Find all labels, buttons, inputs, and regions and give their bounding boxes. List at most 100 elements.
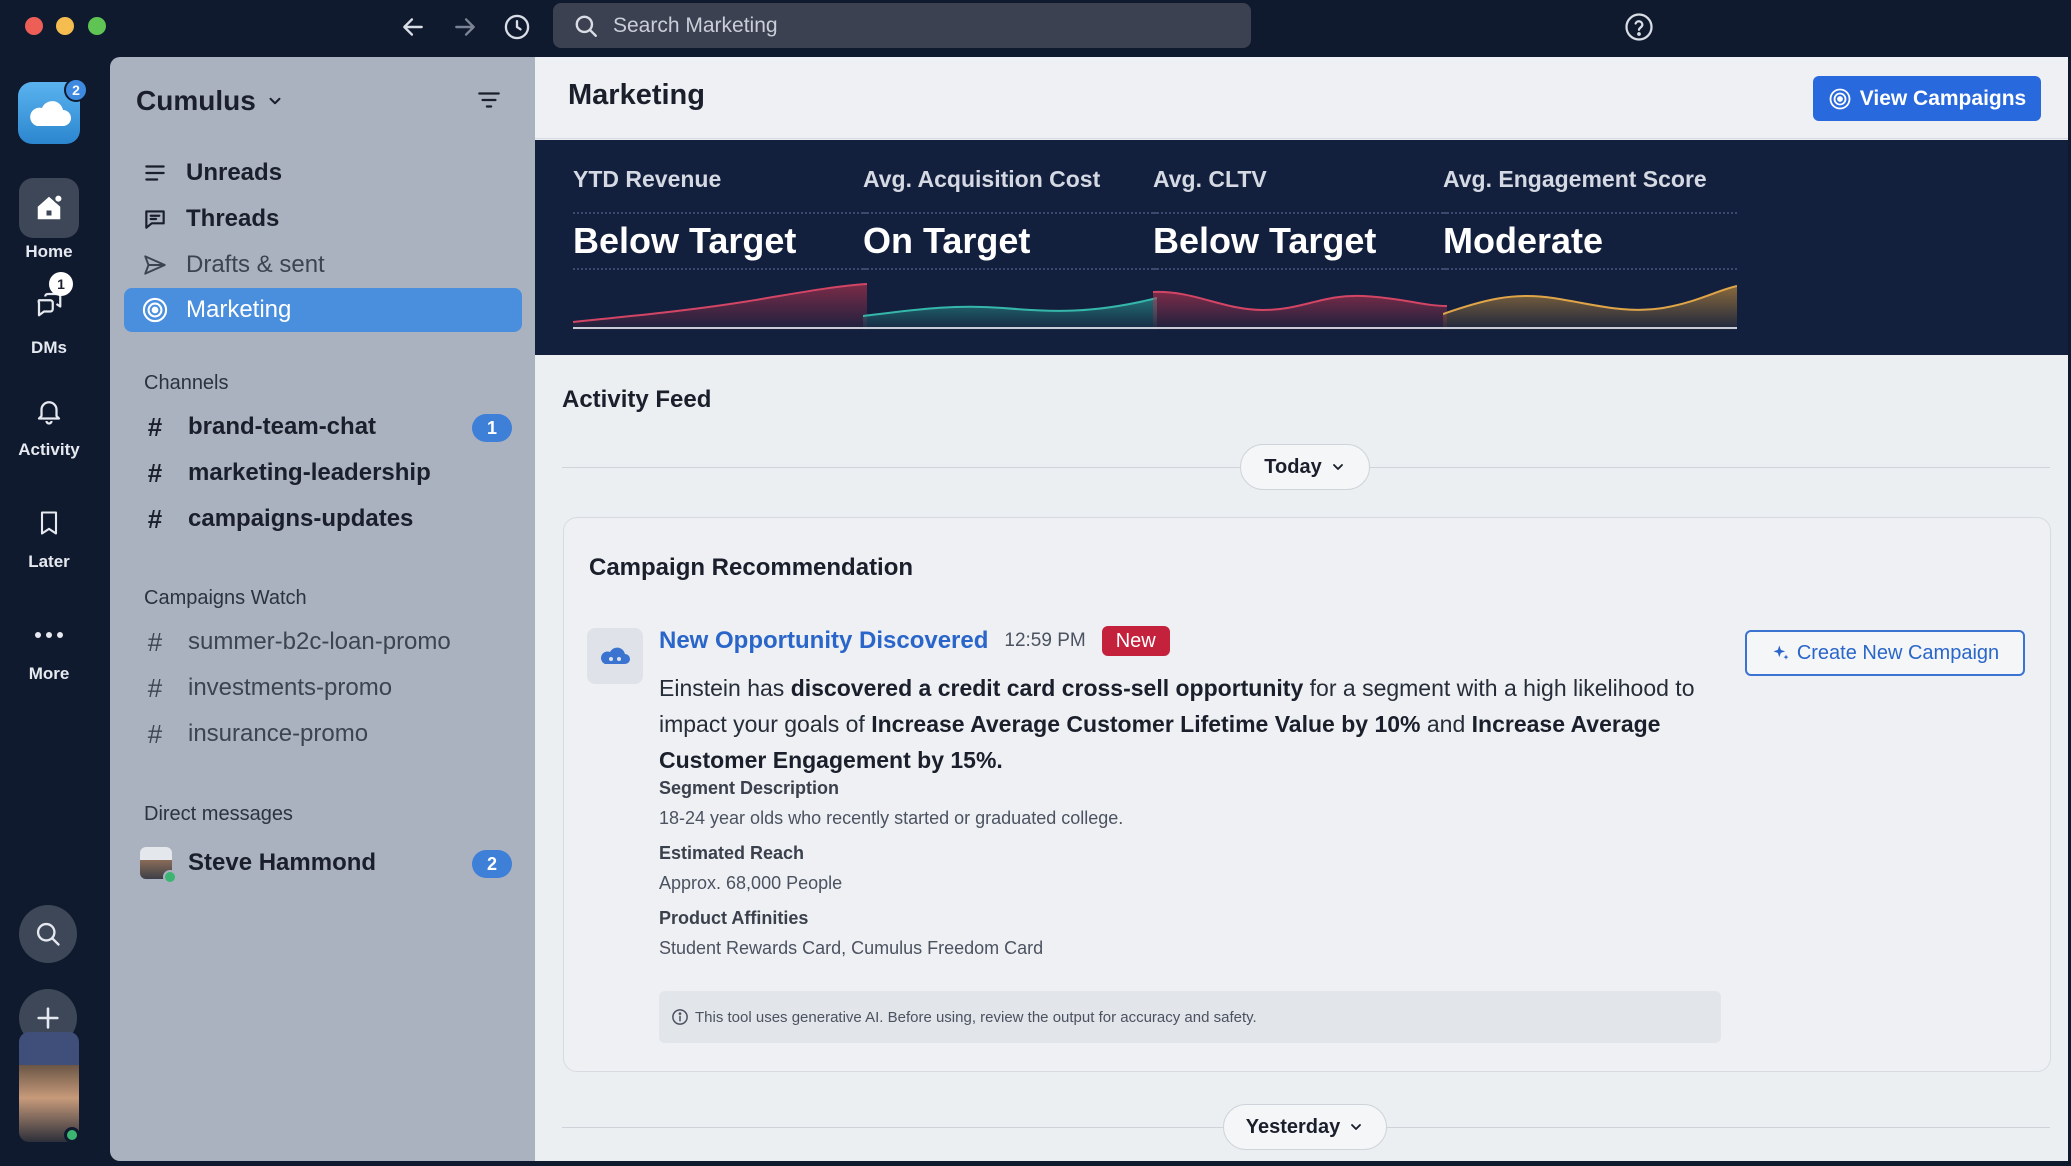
create-new-campaign-button[interactable]: Create New Campaign: [1745, 630, 2025, 676]
sparkle-icon: [1773, 645, 1789, 660]
chevron-down-icon: [269, 97, 281, 105]
field-value: Approx. 68,000 People: [659, 873, 843, 893]
page-title: Marketing: [568, 79, 705, 111]
sidebar-item-unreads[interactable]: Unreads: [124, 151, 522, 195]
view-campaigns-button[interactable]: View Campaigns: [1813, 76, 2041, 121]
field-label: Estimated Reach: [659, 843, 805, 863]
channel-summer-b2c-loan-promo[interactable]: # summer-b2c-loan-promo: [140, 622, 524, 662]
zoom-window-button[interactable]: [88, 17, 106, 35]
home-icon: [19, 178, 79, 238]
hash-icon: #: [147, 457, 163, 488]
user-avatar[interactable]: [19, 1032, 79, 1142]
kpi-divider: [573, 212, 867, 214]
day-label: Today: [1264, 455, 1322, 478]
sidebar-item-marketing[interactable]: Marketing: [124, 288, 522, 332]
threads-icon: [140, 204, 170, 234]
channel-investments-promo[interactable]: # investments-promo: [140, 668, 524, 708]
workspace-switcher[interactable]: Cumulus: [136, 85, 284, 117]
ai-disclaimer-text: This tool uses generative AI. Before usi…: [695, 1008, 1257, 1026]
channel-name: summer-b2c-loan-promo: [188, 628, 451, 655]
field-value: 18-24 year olds who recently started or …: [659, 808, 1124, 828]
message-title-link[interactable]: New Opportunity Discovered: [659, 627, 988, 655]
kpi-avg-cltv[interactable]: Avg. CLTV Below Target: [1153, 140, 1453, 355]
day-filter-yesterday[interactable]: Yesterday: [1223, 1104, 1387, 1150]
kpi-value: Below Target: [1153, 220, 1377, 261]
channels-header[interactable]: Channels: [144, 372, 229, 395]
rail-dms[interactable]: 1 DMs: [0, 272, 98, 358]
kpi-label: Avg. CLTV: [1153, 166, 1267, 192]
field-label: Segment Description: [659, 778, 840, 798]
rail-more-label: More: [28, 664, 70, 683]
direct-messages-header[interactable]: Direct messages: [144, 803, 293, 826]
messages-icon: 1: [19, 272, 79, 334]
channel-name: investments-promo: [188, 674, 393, 701]
kpi-engagement-score[interactable]: Avg. Engagement Score Moderate: [1443, 140, 1743, 355]
campaigns-watch-header[interactable]: Campaigns Watch: [144, 587, 307, 610]
channel-insurance-promo[interactable]: # insurance-promo: [140, 714, 524, 754]
channel-name: campaigns-updates: [188, 505, 414, 532]
sidebar-item-drafts[interactable]: Drafts & sent: [124, 243, 522, 287]
kpi-sparkline: [1443, 285, 1737, 330]
unread-count: 1: [472, 414, 512, 442]
kpi-sparkline: [573, 283, 867, 330]
avatar: [140, 847, 177, 884]
target-icon: [1829, 88, 1851, 109]
forward-arrow-icon[interactable]: [448, 10, 482, 44]
search-icon: [36, 922, 60, 946]
message-body: Einstein has discovered a credit card cr…: [659, 670, 1709, 778]
hash-icon: #: [147, 718, 163, 749]
app-window: Search Marketing 2 Home 1 DMs Activity L…: [0, 0, 2071, 1166]
ai-disclaimer: This tool uses generative AI. Before usi…: [659, 991, 1721, 1043]
channel-name: insurance-promo: [188, 720, 369, 747]
day-filter-today[interactable]: Today: [1240, 444, 1370, 490]
kpi-sparkline: [863, 297, 1157, 330]
field-value: Student Rewards Card, Cumulus Freedom Ca…: [659, 938, 1044, 958]
kpi-label: YTD Revenue: [573, 166, 722, 192]
dm-steve-hammond[interactable]: Steve Hammond 2: [140, 843, 524, 884]
rail-home[interactable]: Home: [0, 178, 98, 262]
search-input[interactable]: Search Marketing: [553, 3, 1251, 48]
online-status-dot: [64, 1127, 80, 1143]
dms-badge: 1: [49, 272, 73, 296]
chevron-down-icon: [1351, 1124, 1362, 1130]
left-rail: 2 Home 1 DMs Activity Later More: [0, 52, 110, 1166]
rail-more[interactable]: More: [0, 610, 98, 684]
channel-marketing-leadership[interactable]: # marketing-leadership: [140, 453, 524, 493]
view-campaigns-label: View Campaigns: [1859, 86, 2027, 110]
kpi-divider: [1153, 212, 1447, 214]
day-label: Yesterday: [1245, 1115, 1341, 1138]
chevron-down-icon: [1332, 464, 1343, 470]
kpi-divider: [863, 212, 1157, 214]
rail-dms-label: DMs: [31, 338, 67, 357]
search-icon: [575, 15, 597, 37]
kpi-label: Avg. Engagement Score: [1443, 166, 1707, 192]
channel-campaigns-updates[interactable]: # campaigns-updates: [140, 499, 524, 539]
minimize-window-button[interactable]: [56, 17, 74, 35]
sidebar-item-threads[interactable]: Threads: [124, 197, 522, 241]
message-timestamp[interactable]: 12:59 PM: [1004, 630, 1085, 652]
kpi-acquisition-cost[interactable]: Avg. Acquisition Cost On Target: [863, 140, 1163, 355]
filter-icon[interactable]: [476, 87, 502, 118]
unreads-icon: [140, 158, 170, 188]
rail-later[interactable]: Later: [0, 498, 98, 572]
channel-brand-team-chat[interactable]: # brand-team-chat 1: [140, 407, 524, 447]
sidebar: Cumulus Unreads Threads Drafts & sent Ma…: [110, 57, 535, 1161]
bell-icon: [19, 386, 79, 436]
create-new-campaign-label: Create New Campaign: [1796, 641, 2000, 664]
info-icon: [672, 1009, 688, 1025]
channel-name: marketing-leadership: [188, 459, 431, 486]
rail-search-button[interactable]: [19, 905, 77, 963]
kpi-ytd-revenue[interactable]: YTD Revenue Below Target: [573, 140, 873, 355]
help-icon[interactable]: [1622, 10, 1656, 44]
kpi-banner: YTD Revenue Below Target Avg. Acquisitio…: [535, 140, 2068, 355]
rail-activity[interactable]: Activity: [0, 386, 98, 460]
bookmark-icon: [19, 498, 79, 548]
sidebar-item-label: Marketing: [186, 296, 292, 323]
kpi-sparkline: [1153, 290, 1447, 330]
back-arrow-icon[interactable]: [396, 10, 430, 44]
rail-activity-label: Activity: [18, 440, 80, 459]
main-panel: Marketing View Campaigns YTD Revenue Bel…: [535, 57, 2068, 1161]
close-window-button[interactable]: [25, 17, 43, 35]
history-clock-icon[interactable]: [500, 10, 534, 44]
kpi-value: Below Target: [573, 220, 797, 261]
